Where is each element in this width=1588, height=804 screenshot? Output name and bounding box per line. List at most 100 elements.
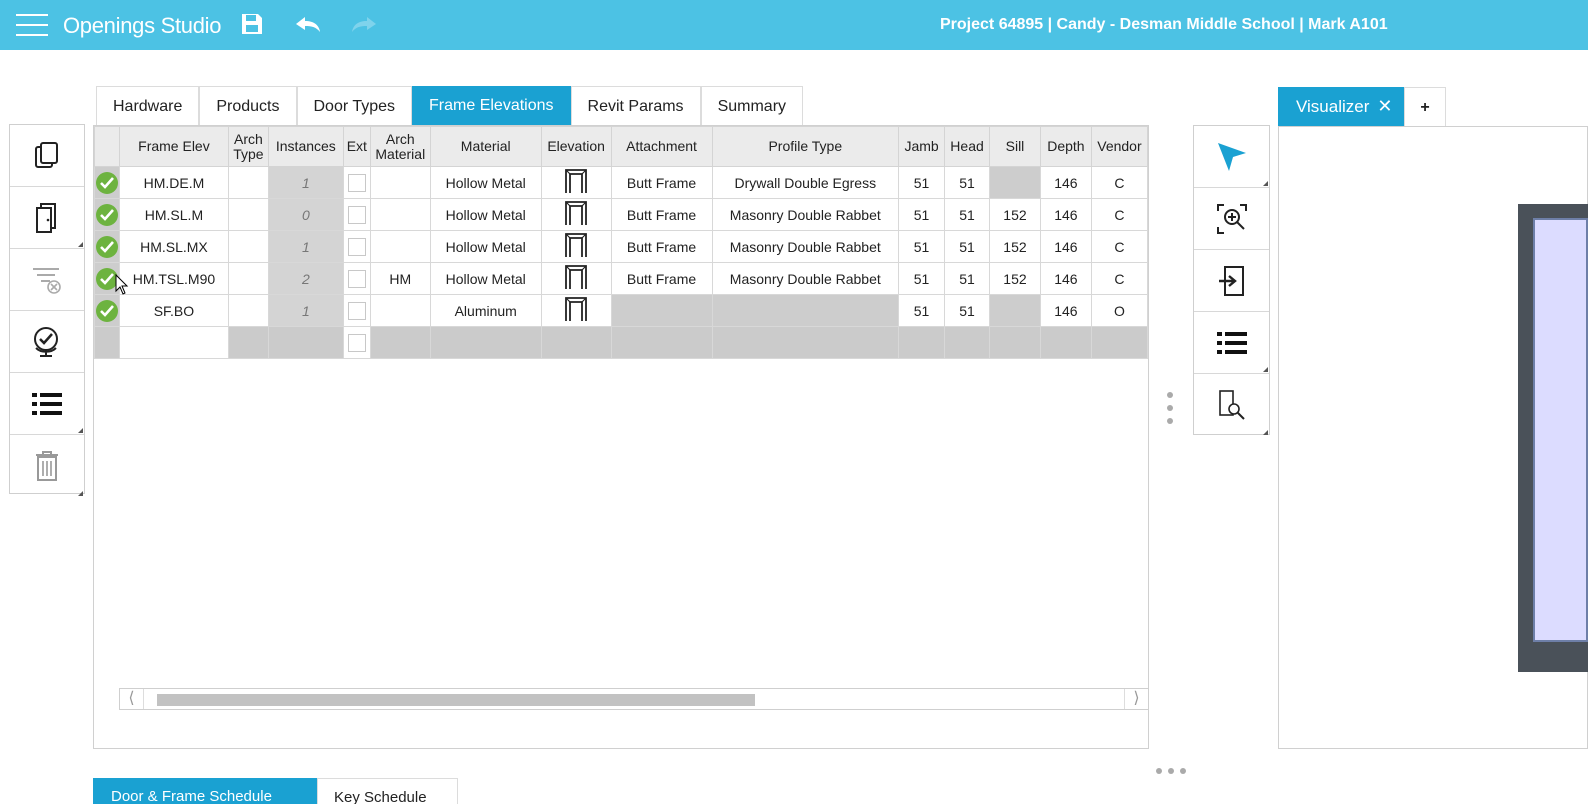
zoom-extents-button[interactable] — [1194, 188, 1269, 250]
cell-vendor[interactable]: O — [1090, 294, 1149, 327]
column-header-jamb[interactable]: Jamb — [898, 126, 946, 167]
cell-arch-material[interactable] — [369, 230, 431, 263]
cell-jamb[interactable]: 51 — [898, 230, 946, 263]
clear-filter-button[interactable] — [10, 249, 84, 311]
verify-globe-button[interactable] — [10, 311, 84, 373]
redo-icon[interactable] — [350, 14, 378, 36]
scroll-left-icon[interactable]: ⟨ — [120, 689, 144, 709]
cell-sill[interactable]: 152 — [989, 198, 1041, 231]
cell-vendor[interactable]: C — [1090, 230, 1149, 263]
cell-vendor[interactable]: C — [1090, 262, 1149, 295]
ext-checkbox[interactable] — [347, 333, 366, 352]
cell-material[interactable]: Aluminum — [429, 294, 542, 327]
table-row[interactable]: SF.BO 1 Aluminum 51 51 146 O — [94, 294, 1149, 327]
add-tab-button[interactable]: + — [1404, 87, 1446, 126]
cell-depth[interactable]: 146 — [1039, 198, 1092, 231]
menu-icon[interactable] — [16, 14, 48, 36]
cell-sill[interactable]: 152 — [989, 262, 1041, 295]
scrollbar-thumb[interactable] — [157, 694, 755, 706]
list-button[interactable] — [10, 373, 84, 435]
cell-attachment[interactable] — [610, 294, 713, 327]
tab-products[interactable]: Products — [199, 86, 297, 126]
cell-attachment[interactable]: Butt Frame — [610, 198, 713, 231]
column-header-head[interactable]: Head — [944, 126, 991, 167]
tab-hardware[interactable]: Hardware — [96, 86, 200, 126]
cell-profile-type[interactable]: Drywall Double Egress — [711, 166, 900, 199]
column-header-ext[interactable]: Ext — [342, 126, 371, 167]
new-row-name-input[interactable] — [118, 326, 229, 359]
door-search-button[interactable] — [1194, 374, 1269, 436]
save-icon[interactable] — [240, 12, 264, 36]
cell-jamb[interactable]: 51 — [898, 294, 946, 327]
undo-icon[interactable] — [294, 14, 322, 36]
cell-arch-material[interactable]: HM — [369, 262, 431, 295]
cell-jamb[interactable]: 51 — [898, 262, 946, 295]
cell-arch-material[interactable] — [369, 294, 431, 327]
cell-depth[interactable]: 146 — [1039, 294, 1092, 327]
copy-button[interactable] — [10, 125, 84, 187]
tab-door-types[interactable]: Door Types — [296, 86, 413, 126]
ext-checkbox[interactable] — [347, 173, 366, 192]
horizontal-scrollbar[interactable]: ⟨ ⟩ — [119, 688, 1149, 710]
cell-attachment[interactable]: Butt Frame — [610, 230, 713, 263]
table-row[interactable]: HM.TSL.M90 2 HM Hollow Metal Butt Frame … — [94, 262, 1149, 295]
cell-arch-type[interactable] — [227, 294, 269, 327]
cell-arch-material[interactable] — [369, 166, 431, 199]
cell-attachment[interactable]: Butt Frame — [610, 262, 713, 295]
column-header-depth[interactable]: Depth — [1039, 126, 1092, 167]
cell-profile-type[interactable]: Masonry Double Rabbet — [711, 198, 900, 231]
tab-visualizer[interactable]: Visualizer ✕ — [1278, 87, 1404, 126]
cell-sill[interactable] — [989, 166, 1041, 199]
new-row[interactable] — [94, 326, 1149, 359]
cell-frame-elev[interactable]: HM.TSL.M90 — [118, 262, 229, 295]
door-copies-button[interactable] — [10, 187, 84, 249]
cell-head[interactable]: 51 — [944, 166, 991, 199]
tab-summary[interactable]: Summary — [700, 86, 804, 126]
ext-checkbox[interactable] — [347, 269, 366, 288]
cell-arch-type[interactable] — [227, 198, 269, 231]
column-header-sill[interactable]: Sill — [989, 126, 1041, 167]
cell-head[interactable]: 51 — [944, 198, 991, 231]
cell-vendor[interactable]: C — [1090, 198, 1149, 231]
cell-sill[interactable]: 152 — [989, 230, 1041, 263]
cell-frame-elev[interactable]: HM.DE.M — [118, 166, 229, 199]
column-header-instances[interactable]: Instances — [267, 126, 344, 167]
cell-arch-material[interactable] — [369, 198, 431, 231]
tab-revit-params[interactable]: Revit Params — [570, 86, 701, 126]
cell-frame-elev[interactable]: SF.BO — [118, 294, 229, 327]
column-header-arch-material[interactable]: Arch Material — [369, 126, 431, 167]
vertical-splitter-handle[interactable] — [1167, 392, 1175, 431]
ext-checkbox[interactable] — [347, 237, 366, 256]
cell-material[interactable]: Hollow Metal — [429, 166, 542, 199]
cell-jamb[interactable]: 51 — [898, 166, 946, 199]
cell-jamb[interactable]: 51 — [898, 198, 946, 231]
cell-depth[interactable]: 146 — [1039, 230, 1092, 263]
cell-head[interactable]: 51 — [944, 294, 991, 327]
cell-material[interactable]: Hollow Metal — [429, 198, 542, 231]
cell-profile-type[interactable]: Masonry Double Rabbet — [711, 230, 900, 263]
list-view-button[interactable] — [1194, 312, 1269, 374]
table-row[interactable]: HM.DE.M 1 Hollow Metal Butt Frame Drywal… — [94, 166, 1149, 199]
table-row[interactable]: HM.SL.MX 1 Hollow Metal Butt Frame Mason… — [94, 230, 1149, 263]
cell-profile-type[interactable]: Masonry Double Rabbet — [711, 262, 900, 295]
cell-head[interactable]: 51 — [944, 262, 991, 295]
cell-arch-type[interactable] — [227, 166, 269, 199]
tab-frame-elevations[interactable]: Frame Elevations — [412, 86, 571, 126]
cell-arch-type[interactable] — [227, 262, 269, 295]
column-header-profile-type[interactable]: Profile Type — [711, 126, 900, 167]
table-row[interactable]: HM.SL.M 0 Hollow Metal Butt Frame Masonr… — [94, 198, 1149, 231]
cell-head[interactable]: 51 — [944, 230, 991, 263]
ext-checkbox[interactable] — [347, 205, 366, 224]
tab-door-frame-schedule[interactable]: Door & Frame Schedule — [93, 778, 317, 804]
cell-depth[interactable]: 146 — [1039, 262, 1092, 295]
cell-sill[interactable] — [989, 294, 1041, 327]
delete-button[interactable] — [10, 435, 84, 497]
column-header-attachment[interactable]: Attachment — [610, 126, 713, 167]
import-button[interactable] — [1194, 250, 1269, 312]
scroll-right-icon[interactable]: ⟩ — [1124, 689, 1148, 709]
ext-checkbox[interactable] — [347, 301, 366, 320]
horizontal-splitter-handle[interactable] — [1156, 768, 1192, 774]
tab-key-schedule[interactable]: Key Schedule — [317, 778, 458, 804]
column-header-vendor[interactable]: Vendor — [1090, 126, 1149, 167]
column-header-elevation[interactable]: Elevation — [540, 126, 612, 167]
